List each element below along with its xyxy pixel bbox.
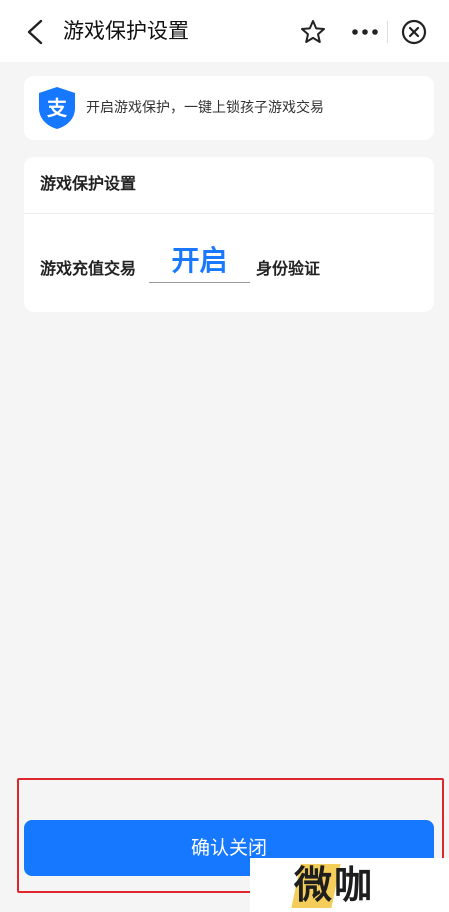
watermark-text: 微咖 <box>294 863 375 907</box>
card-divider <box>24 213 434 214</box>
protection-status-value[interactable]: 开启 <box>149 239 250 283</box>
card-title: 游戏保护设置 <box>40 174 137 193</box>
banner-text: 开启游戏保护，一键上锁孩子游戏交易 <box>86 100 324 116</box>
alipay-shield-icon: 支 <box>39 87 75 129</box>
more-icon[interactable] <box>351 26 379 38</box>
close-icon[interactable] <box>401 19 427 45</box>
protection-banner: 支 开启游戏保护，一键上锁孩子游戏交易 <box>24 76 434 140</box>
watermark: 微咖 <box>250 858 449 912</box>
back-icon[interactable] <box>24 19 48 45</box>
navigation-bar: 游戏保护设置 <box>0 0 449 62</box>
settings-card: 游戏保护设置 游戏充值交易 开启 身份验证 <box>24 157 434 312</box>
nav-divider <box>387 21 388 43</box>
recharge-label: 游戏充值交易 <box>40 259 137 278</box>
star-icon[interactable] <box>300 19 326 45</box>
alipay-glyph: 支 <box>47 96 68 120</box>
page-title: 游戏保护设置 <box>63 19 189 43</box>
identity-verification-label: 身份验证 <box>256 259 321 278</box>
